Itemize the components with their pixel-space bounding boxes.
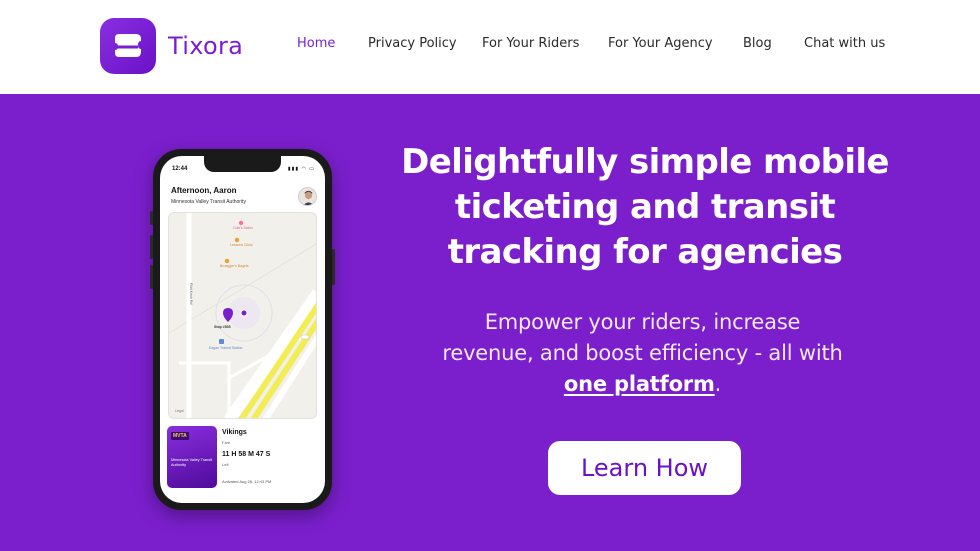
nav-home[interactable]: Home: [297, 36, 335, 51]
map-legal-link[interactable]: Legal: [175, 409, 184, 413]
hero-subline: Empower your riders, increase revenue, a…: [440, 307, 845, 400]
nav-chat-with-us[interactable]: Chat with us: [804, 36, 885, 51]
nav-privacy-policy[interactable]: Privacy Policy: [368, 36, 457, 51]
nav-for-your-riders[interactable]: For Your Riders: [482, 36, 579, 51]
greeting-title: Afternoon, Aaron: [171, 186, 237, 195]
map-station-label: Eagan Transit Station: [209, 346, 243, 350]
avatar[interactable]: [298, 187, 317, 206]
agency-logo: MVTA: [171, 432, 189, 440]
ticket-countdown: 11 H 58 M 47 S: [222, 451, 271, 458]
ticket-left-label: Left: [222, 462, 229, 467]
phone-side-button: [150, 211, 153, 225]
map-poi-label: Bruegger's Bagels: [220, 264, 249, 268]
learn-how-button[interactable]: Learn How: [548, 441, 741, 495]
map-poi-label: Lessons Clinic: [230, 243, 253, 247]
hero-headline: Delightfully simple mobile ticketing and…: [401, 142, 889, 272]
map-stop-label: Stop #535: [214, 325, 231, 329]
transit-map[interactable]: Cole's Salon Lessons Clinic Bruegger's B…: [168, 212, 317, 419]
hero-subline-text: Empower your riders, increase revenue, a…: [442, 310, 843, 365]
ticket-name: Vikings: [222, 429, 247, 436]
phone-mockup: 12:44 ▮▮▮ ◠ ▭ Afternoon, Aaron Minnesota…: [150, 149, 335, 510]
status-time: 12:44: [172, 166, 188, 172]
ticket-fare-label: Fare: [222, 440, 231, 445]
hero-subline-period: .: [714, 372, 722, 396]
phone-side-button: [150, 265, 153, 289]
ticket-agency-name: Minnesota Valley Transit Authority: [171, 458, 213, 467]
map-poi-label: Cole's Salon: [233, 226, 253, 230]
phone-side-button: [150, 235, 153, 259]
nav-for-your-agency[interactable]: For Your Agency: [608, 36, 713, 51]
site-header: Tixora Home Privacy Policy For Your Ride…: [0, 0, 980, 94]
ticket-card: MVTA Minnesota Valley Transit Authority: [167, 426, 217, 488]
main-nav: Home Privacy Policy For Your Riders For …: [0, 36, 980, 58]
phone-screen: 12:44 ▮▮▮ ◠ ▭ Afternoon, Aaron Minnesota…: [160, 156, 325, 503]
signal-wifi-battery-icon: ▮▮▮ ◠ ▭: [287, 166, 315, 172]
phone-power-button: [332, 249, 335, 285]
map-street-label: Pilot Knob Rd: [189, 283, 193, 305]
ticket-activated-time: Activated Aug 28, 12:43 PM: [222, 479, 272, 484]
agency-subtitle: Minnesota Valley Transit Authority: [171, 199, 246, 205]
phone-notch: [204, 156, 281, 172]
one-platform-link[interactable]: one platform: [564, 372, 715, 396]
active-ticket[interactable]: MVTA Minnesota Valley Transit Authority …: [167, 426, 318, 494]
nav-blog[interactable]: Blog: [743, 36, 772, 51]
